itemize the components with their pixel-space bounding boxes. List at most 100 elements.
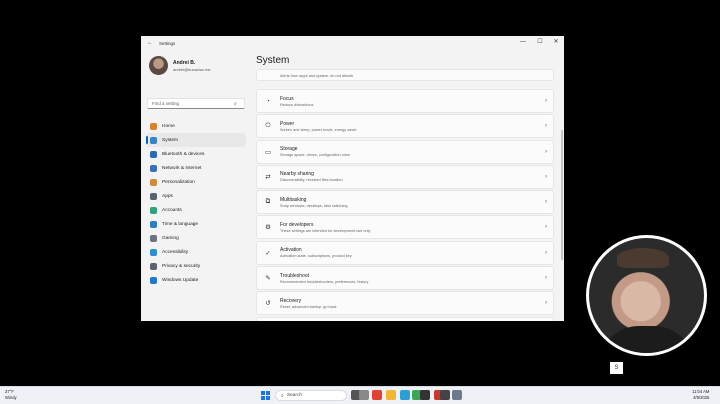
settings-card-projecting-to-this-pc[interactable]: ▢Projecting to this PC› [256,316,554,321]
sidebar-item-personalization[interactable]: Personalization [146,175,246,189]
sidebar-item-network-internet[interactable]: Network & internet [146,161,246,175]
partial-card-subtitle: Alerts from apps and system, do not dist… [280,74,354,78]
taskbar-search-icon: ⌕ [281,392,284,399]
card-title: Multitasking [280,196,307,203]
windows-start-icon[interactable] [261,391,270,400]
profile-email: andrei@bucaciuc.me [173,66,211,72]
activation-icon: ✓ [265,249,271,257]
taskbar-search[interactable]: ⌕ Search [275,390,347,401]
clock-time: 11:04 AM [692,389,710,394]
update-icon [150,276,157,284]
sidebar-nav: Home System Bluetooth & devices Network & i… [146,119,246,287]
sidebar-item-system[interactable]: System [146,133,246,147]
chevron-right-icon: › [545,224,547,231]
sidebar-item-windows-update[interactable]: Windows Update [146,273,246,287]
storage-icon: ▭ [264,148,272,156]
settings-list: Alerts from apps and system, do not dist… [256,69,554,321]
taskbar: 37°F Windy ⌕ Search 11:04 AM 4/9/2025 [0,386,720,404]
sidebar: Andrei B. andrei@bucaciuc.me ⌕ Home Syste… [141,50,251,321]
bluetooth-icon [150,150,157,158]
chevron-right-icon: › [545,98,547,104]
clock-date: 4/9/2025 [693,394,710,400]
weather-widget[interactable]: 37°F Windy [5,389,17,400]
sidebar-item-label: Accounts [162,207,182,213]
sidebar-item-accounts[interactable]: Accounts [146,203,246,217]
search-input[interactable] [152,101,234,106]
title-bar: ← Settings — ☐ ✕ [141,36,564,50]
sidebar-item-bluetooth-devices[interactable]: Bluetooth & devices [146,147,246,161]
back-arrow-icon[interactable]: ← [147,40,157,46]
sidebar-item-label: Windows Update [162,277,199,283]
taskview-icon[interactable] [359,390,369,400]
sidebar-item-apps[interactable]: Apps [146,189,246,203]
sidebar-item-time-language[interactable]: Time & language [146,217,246,231]
sidebar-item-accessibility[interactable]: Accessibility [146,245,246,259]
main-content: System Alerts from apps and system, do n… [251,50,564,321]
chrome-icon[interactable] [372,390,382,400]
settings-card-troubleshoot[interactable]: ✎ Troubleshoot Recommended troubleshooters… [256,266,554,291]
globe-icon [150,220,157,228]
chevron-right-icon: › [545,275,547,282]
accessibility-icon [150,248,157,256]
focus-icon: ◔ [266,97,270,105]
terminal-icon[interactable] [420,390,430,400]
card-subtitle: Activation state, subscriptions, product… [280,254,352,259]
overlay-box: S [610,362,623,374]
chevron-right-icon: › [545,123,547,130]
webcam-feed [589,238,704,353]
chevron-right-icon: › [545,148,547,155]
avatar [149,56,168,75]
settings-window: ← Settings — ☐ ✕ Andrei B. andrei@bucaci… [141,36,564,321]
card-subtitle: Screen and sleep, power mode, energy sav… [280,127,357,132]
card-subtitle: These settings are intended for developm… [280,228,371,233]
sidebar-item-label: System [162,137,178,143]
settings-search[interactable]: ⌕ [147,98,245,109]
sidebar-item-gaming[interactable]: Gaming [146,231,246,245]
settings-card-focus[interactable]: ◔ Focus Reduce distractions › [256,89,554,113]
explorer-icon[interactable] [386,390,396,400]
clock[interactable]: 11:04 AM 4/9/2025 [692,389,709,400]
sidebar-item-privacy-security[interactable]: Privacy & security [146,259,246,273]
card-subtitle: Storage space, drives, configuration rul… [280,153,350,158]
settings-card-recovery[interactable]: ↺ Recovery Reset, advanced startup, go bac… [256,291,554,316]
settings-card-partial[interactable]: Alerts from apps and system, do not dist… [256,69,554,81]
sidebar-item-label: Network & internet [162,165,202,171]
chevron-right-icon: › [545,199,547,206]
sidebar-item-home[interactable]: Home [146,119,246,133]
settings-card-nearby-sharing[interactable]: ⇄ Nearby sharing Discoverability, received… [256,164,554,189]
settings-app-icon[interactable] [452,390,462,400]
card-subtitle: Recommended troubleshooters, preferences… [280,279,369,284]
maximize-button[interactable]: ☐ [533,37,547,47]
sidebar-item-label: Home [162,123,175,129]
settings-card-for-developers[interactable]: ⚙ For developers These settings are intend… [256,215,554,240]
window-title: Settings [159,40,176,46]
scrollbar[interactable] [561,130,563,260]
sidebar-item-label: Gaming [162,235,179,241]
settings-card-storage[interactable]: ▭ Storage Storage space, drives, configura… [256,139,554,164]
card-title: Storage [280,146,298,153]
card-title: For developers [280,221,314,228]
monitor-icon [150,136,157,144]
close-button[interactable]: ✕ [549,37,563,47]
home-icon [150,122,157,130]
card-subtitle: Reduce distractions [280,102,314,107]
settings-card-multitasking[interactable]: ⧉ Multitasking Snap windows, desktops, tas… [256,190,554,215]
card-title: Power [280,120,295,127]
card-title: Focus [280,95,294,102]
person-icon [150,206,157,214]
chevron-right-icon: › [545,173,547,180]
app-dark-icon[interactable] [440,390,450,400]
card-title: Activation [280,247,302,254]
edge-icon[interactable] [400,390,410,400]
user-profile[interactable]: Andrei B. andrei@bucaciuc.me [149,56,211,75]
settings-card-activation[interactable]: ✓ Activation Activation state, subscriptio… [256,240,554,265]
minimize-button[interactable]: — [516,37,530,47]
apps-icon [150,192,157,200]
desktop: ← Settings — ☐ ✕ Andrei B. andrei@bucaci… [0,0,720,404]
chevron-right-icon: › [545,249,547,256]
card-subtitle: Reset, advanced startup, go back [280,304,337,309]
profile-name: Andrei B. [173,59,196,66]
search-icon: ⌕ [234,100,237,107]
sidebar-item-label: Apps [162,193,173,199]
settings-card-power[interactable]: ⏻ Power Screen and sleep, power mode, ener… [256,114,554,139]
